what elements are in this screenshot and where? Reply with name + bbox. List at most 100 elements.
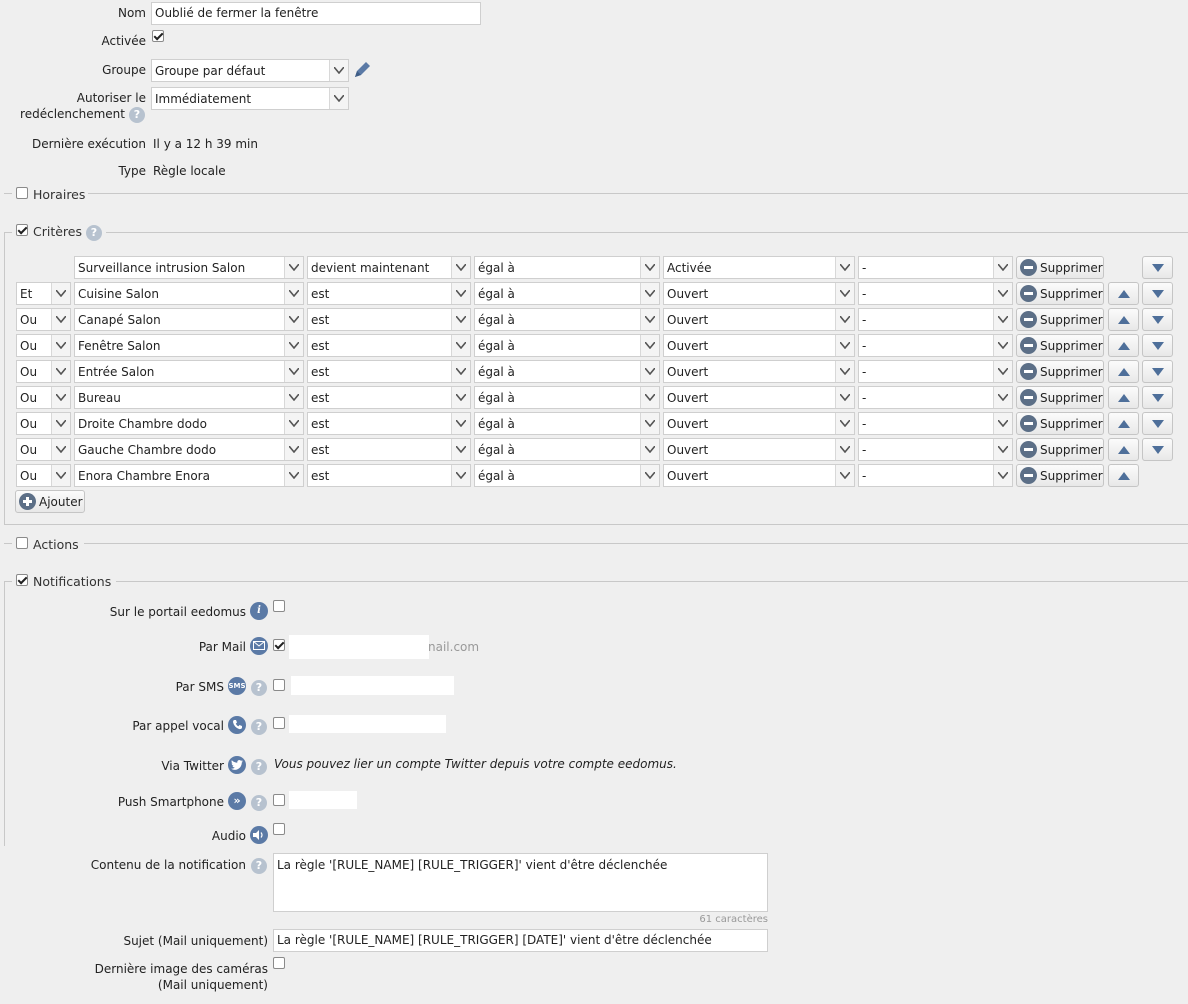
delete-criterion-button[interactable]: Supprimer [1016,438,1104,461]
criteria-checkbox[interactable] [16,224,28,236]
extra-select[interactable]: - [858,386,1013,409]
mail-input[interactable] [289,635,429,659]
condition-select[interactable]: est [307,334,471,357]
device-select[interactable]: Gauche Chambre dodo [74,438,304,461]
push-input[interactable] [289,791,357,809]
conjunction-select[interactable]: Et [16,282,71,305]
audio-checkbox[interactable] [273,823,285,835]
help-icon[interactable]: ? [251,795,267,811]
voice-checkbox[interactable] [273,717,285,729]
conjunction-select[interactable]: Ou [16,386,71,409]
help-icon[interactable]: ? [251,858,267,874]
move-down-button[interactable] [1142,438,1173,461]
device-select[interactable]: Bureau [74,386,304,409]
extra-select[interactable]: - [858,282,1013,305]
help-icon[interactable]: ? [251,719,267,735]
conjunction-select[interactable]: Ou [16,360,71,383]
move-down-button[interactable] [1142,386,1173,409]
move-up-button[interactable] [1108,438,1139,461]
condition-select[interactable]: est [307,412,471,435]
condition-select[interactable]: est [307,282,471,305]
operator-select[interactable]: égal à [474,386,660,409]
operator-select[interactable]: égal à [474,334,660,357]
help-icon[interactable]: ? [251,680,267,696]
group-select[interactable]: Groupe par défaut [151,59,349,82]
operator-select[interactable]: égal à [474,464,660,487]
device-select[interactable]: Entrée Salon [74,360,304,383]
sms-input[interactable] [291,676,454,695]
device-select[interactable]: Fenêtre Salon [74,334,304,357]
extra-select[interactable]: - [858,412,1013,435]
move-down-button[interactable] [1142,412,1173,435]
device-select[interactable]: Canapé Salon [74,308,304,331]
operator-select[interactable]: égal à [474,360,660,383]
move-up-button[interactable] [1108,464,1139,487]
delete-criterion-button[interactable]: Supprimer [1016,308,1104,331]
help-icon[interactable]: ? [86,225,102,241]
value-select[interactable]: Ouvert [663,386,855,409]
voice-input[interactable] [289,715,446,733]
value-select[interactable]: Activée [663,256,855,279]
retrigger-select[interactable]: Immédiatement [151,87,349,110]
sms-checkbox[interactable] [273,679,285,691]
value-select[interactable]: Ouvert [663,438,855,461]
move-up-button[interactable] [1108,308,1139,331]
move-up-button[interactable] [1108,360,1139,383]
operator-select[interactable]: égal à [474,308,660,331]
content-textarea[interactable]: La règle '[RULE_NAME] [RULE_TRIGGER]' vi… [273,853,768,912]
delete-criterion-button[interactable]: Supprimer [1016,412,1104,435]
move-up-button[interactable] [1108,282,1139,305]
notifications-checkbox[interactable] [16,574,28,586]
move-up-button[interactable] [1108,386,1139,409]
push-checkbox[interactable] [273,794,285,806]
conjunction-select[interactable]: Ou [16,334,71,357]
value-select[interactable]: Ouvert [663,334,855,357]
value-select[interactable]: Ouvert [663,464,855,487]
condition-select[interactable]: est [307,308,471,331]
extra-select[interactable]: - [858,256,1013,279]
condition-select[interactable]: est [307,360,471,383]
edit-pencil-icon[interactable] [352,60,372,80]
extra-select[interactable]: - [858,308,1013,331]
add-criterion-button[interactable]: Ajouter [15,490,85,513]
move-down-button[interactable] [1142,360,1173,383]
device-select[interactable]: Cuisine Salon [74,282,304,305]
value-select[interactable]: Ouvert [663,308,855,331]
value-select[interactable]: Ouvert [663,282,855,305]
extra-select[interactable]: - [858,334,1013,357]
help-icon[interactable]: ? [129,107,145,123]
move-up-button[interactable] [1108,334,1139,357]
subject-input[interactable]: La règle '[RULE_NAME] [RULE_TRIGGER] [DA… [273,929,768,952]
mail-checkbox[interactable] [273,639,285,651]
delete-criterion-button[interactable]: Supprimer [1016,282,1104,305]
delete-criterion-button[interactable]: Supprimer [1016,386,1104,409]
schedules-checkbox[interactable] [16,187,28,199]
delete-criterion-button[interactable]: Supprimer [1016,256,1104,279]
value-select[interactable]: Ouvert [663,412,855,435]
actions-checkbox[interactable] [16,537,28,549]
move-down-button[interactable] [1142,256,1173,279]
camera-checkbox[interactable] [273,957,285,969]
move-down-button[interactable] [1142,282,1173,305]
help-icon[interactable]: ? [251,759,267,775]
value-select[interactable]: Ouvert [663,360,855,383]
operator-select[interactable]: égal à [474,282,660,305]
condition-select[interactable]: devient maintenant [307,256,471,279]
portal-checkbox[interactable] [273,600,285,612]
extra-select[interactable]: - [858,360,1013,383]
name-input[interactable]: Oublié de fermer la fenêtre [151,2,481,25]
conjunction-select[interactable]: Ou [16,438,71,461]
operator-select[interactable]: égal à [474,438,660,461]
move-down-button[interactable] [1142,334,1173,357]
conjunction-select[interactable]: Ou [16,464,71,487]
move-up-button[interactable] [1108,412,1139,435]
condition-select[interactable]: est [307,386,471,409]
condition-select[interactable]: est [307,438,471,461]
delete-criterion-button[interactable]: Supprimer [1016,464,1104,487]
move-down-button[interactable] [1142,308,1173,331]
condition-select[interactable]: est [307,464,471,487]
extra-select[interactable]: - [858,438,1013,461]
conjunction-select[interactable]: Ou [16,308,71,331]
device-select[interactable]: Enora Chambre Enora [74,464,304,487]
device-select[interactable]: Droite Chambre dodo [74,412,304,435]
